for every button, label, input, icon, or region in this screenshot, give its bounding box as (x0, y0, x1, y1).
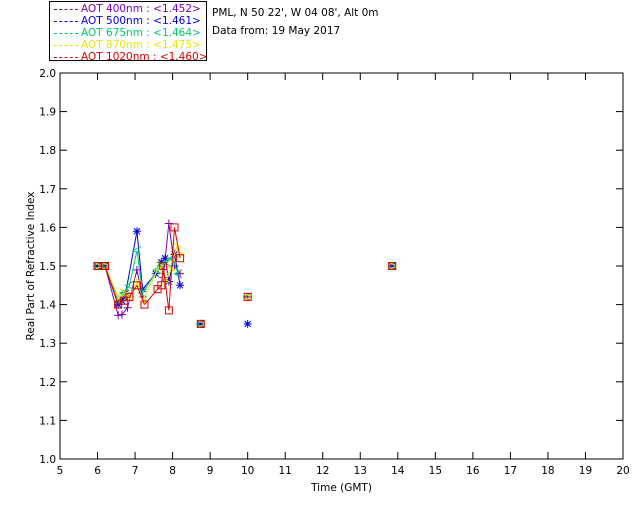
legend-label: AOT 500nm : <1.461> (81, 15, 201, 27)
y-tick-label: 2.0 (39, 68, 56, 80)
y-tick-label: 1.8 (39, 145, 56, 157)
legend-item-1020nm: AOT 1020nm : <1.460> (54, 51, 208, 63)
legend-label: AOT 1020nm : <1.460> (81, 51, 208, 63)
x-tick-label: 6 (94, 465, 101, 477)
y-tick-label: 1.6 (39, 222, 56, 234)
x-tick-label: 19 (579, 465, 592, 477)
legend-line-icon (54, 56, 78, 58)
legend: AOT 400nm : <1.452> AOT 500nm : <1.461> … (49, 1, 208, 63)
x-tick-label: 7 (132, 465, 139, 477)
plot-frame (59, 72, 624, 460)
x-tick-label: 8 (169, 465, 176, 477)
x-tick-label: 16 (466, 465, 480, 477)
legend-label: AOT 400nm : <1.452> (81, 3, 201, 15)
x-tick-label: 9 (207, 465, 214, 477)
x-axis-label: Time (GMT) (310, 482, 372, 494)
data-point (114, 311, 123, 320)
legend-item-500nm: AOT 500nm : <1.461> (54, 15, 201, 27)
series-line (142, 265, 160, 301)
data-point (176, 281, 185, 290)
y-tick-label: 1.5 (39, 261, 56, 273)
x-tick-label: 18 (541, 465, 554, 477)
x-tick-label: 15 (429, 465, 442, 477)
y-tick-label: 1.4 (39, 300, 56, 312)
y-tick-label: 1.1 (39, 415, 56, 427)
x-tick-label: 12 (316, 465, 329, 477)
y-tick-label: 1.0 (39, 454, 56, 466)
x-tick-label: 11 (279, 465, 292, 477)
x-tick-label: 17 (504, 465, 517, 477)
legend-line-icon (54, 8, 78, 10)
data-point (243, 292, 252, 301)
x-tick-label: 13 (354, 465, 367, 477)
data-point (243, 319, 252, 328)
data-point (132, 227, 141, 236)
y-tick-label: 1.7 (39, 184, 56, 196)
x-tick-label: 20 (616, 465, 629, 477)
y-axis-label: Real Part of Refractive Index (25, 192, 37, 341)
legend-line-icon (54, 20, 78, 22)
legend-item-870nm: AOT 870nm : <1.475> (54, 39, 201, 51)
legend-item-675nm: AOT 675nm : <1.464> (54, 27, 201, 39)
x-tick-label: 10 (241, 465, 254, 477)
y-tick-label: 1.3 (39, 338, 56, 350)
chart: 5 6 7 8 9 10 11 12 13 14 15 16 17 18 19 20 1.0 1.1 1.2 1.3 1… (25, 68, 630, 494)
legend-label: AOT 675nm : <1.464> (81, 27, 201, 39)
data-point (196, 319, 205, 328)
series-line (104, 265, 119, 305)
legend-line-icon (54, 32, 78, 34)
data-point (388, 262, 397, 270)
legend-line-icon (54, 44, 78, 46)
date-info: Data from: 19 May 2017 (212, 25, 341, 37)
series-line (121, 307, 128, 315)
y-tick-label: 1.9 (39, 107, 56, 119)
x-tick-label: 14 (391, 465, 405, 477)
legend-item-400nm: AOT 400nm : <1.452> (54, 3, 201, 15)
series-line (162, 265, 170, 311)
site-info: PML, N 50 22', W 04 08', Alt 0m (212, 7, 379, 19)
y-tick-label: 1.2 (39, 377, 56, 389)
x-tick-label: 5 (57, 465, 64, 477)
legend-label: AOT 870nm : <1.475> (81, 39, 201, 51)
